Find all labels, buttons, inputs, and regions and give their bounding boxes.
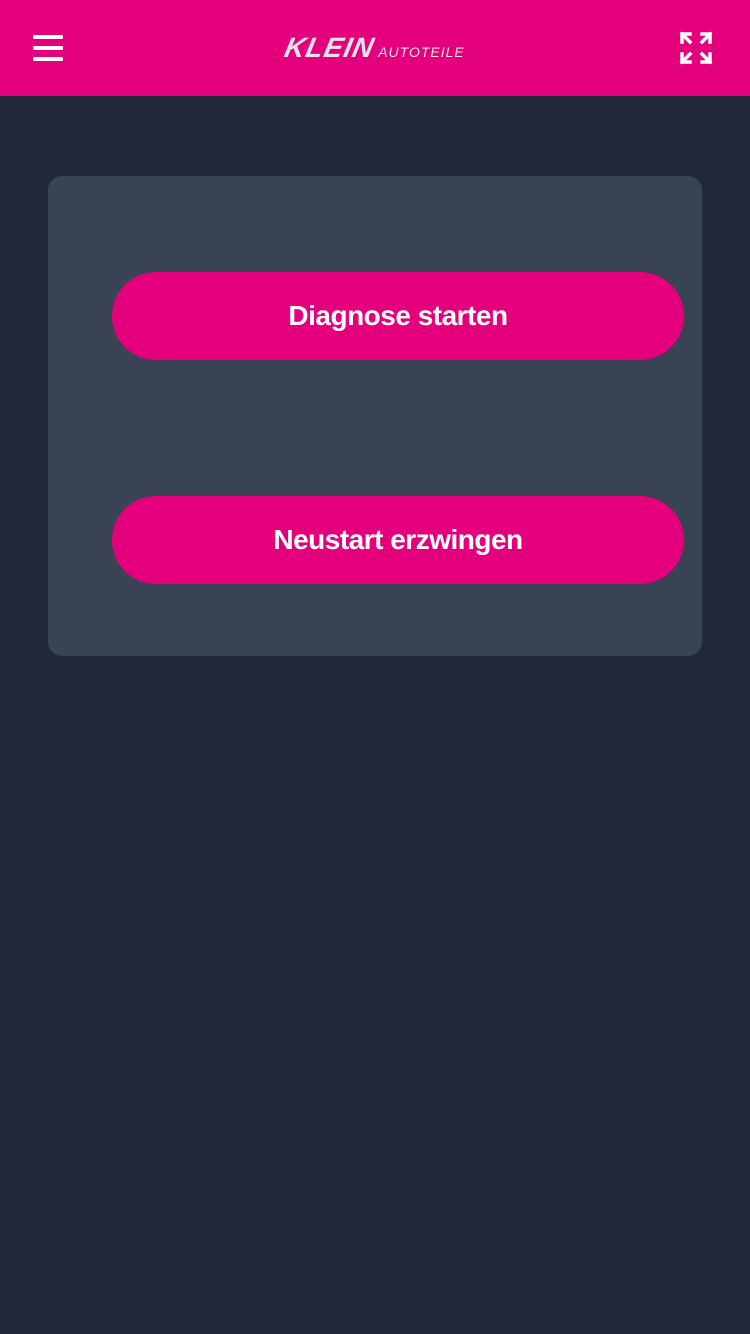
brand-logo: KLEIN AUTOTEILE [282, 28, 465, 68]
force-restart-button[interactable]: Neustart erzwingen [112, 496, 684, 584]
start-diagnosis-button[interactable]: Diagnose starten [112, 272, 684, 360]
actions-panel: Diagnose starten Neustart erzwingen [48, 176, 702, 656]
main-content: Diagnose starten Neustart erzwingen [0, 96, 750, 1334]
fullscreen-button[interactable] [676, 28, 716, 68]
hamburger-menu-icon [33, 35, 63, 61]
logo-main-text: KLEIN [282, 32, 378, 63]
logo-sub-text: AUTOTEILE [378, 44, 465, 60]
app-root: KLEIN AUTOTEILE Diagnose starten Neustar… [0, 0, 750, 1334]
fullscreen-expand-icon [679, 31, 713, 65]
menu-button[interactable] [28, 28, 68, 68]
top-bar: KLEIN AUTOTEILE [0, 0, 750, 96]
